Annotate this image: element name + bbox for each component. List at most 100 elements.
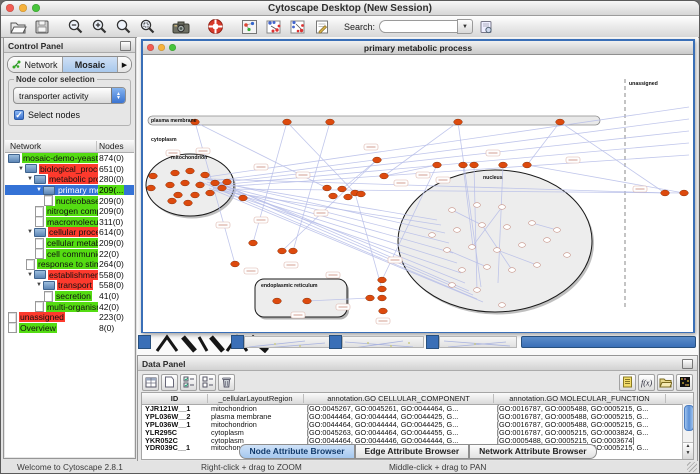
network-node-small[interactable] bbox=[509, 268, 516, 273]
network-edge[interactable] bbox=[215, 131, 689, 183]
open-session-icon[interactable] bbox=[6, 17, 29, 36]
expand-arrow-icon[interactable]: ▼ bbox=[26, 229, 34, 235]
search-settings-icon[interactable] bbox=[474, 17, 497, 36]
tree-row[interactable]: multi-organism pro42(0) bbox=[5, 301, 134, 312]
network-node-small[interactable] bbox=[469, 245, 476, 250]
network-edge[interactable] bbox=[213, 119, 689, 181]
network-node[interactable] bbox=[171, 170, 180, 176]
network-node[interactable] bbox=[523, 162, 532, 168]
network-node[interactable] bbox=[344, 194, 353, 200]
float-control-panel-icon[interactable] bbox=[120, 41, 131, 51]
network-edge[interactable] bbox=[342, 160, 377, 189]
network-edge[interactable] bbox=[215, 190, 441, 225]
vizmapper-icon[interactable] bbox=[238, 17, 261, 36]
show-columns-icon[interactable] bbox=[142, 374, 159, 391]
attribute-list-icon[interactable] bbox=[619, 374, 636, 391]
zoom-out-icon[interactable] bbox=[64, 17, 87, 36]
network-node[interactable] bbox=[680, 190, 689, 196]
search-input[interactable] bbox=[379, 20, 457, 33]
network-node-small[interactable] bbox=[499, 205, 506, 210]
node-color-dropdown[interactable]: transporter activity ▲▼ bbox=[13, 87, 126, 104]
expand-arrow-icon[interactable]: ▼ bbox=[17, 166, 25, 172]
annotation-icon[interactable] bbox=[310, 17, 333, 36]
background-window-fragment[interactable] bbox=[231, 335, 244, 349]
network-node-small[interactable] bbox=[484, 265, 491, 270]
tabs-overflow-arrow-icon[interactable]: ▶ bbox=[118, 57, 131, 72]
table-column-header[interactable]: _cellularLayoutRegion bbox=[208, 394, 304, 403]
new-attribute-icon[interactable] bbox=[161, 374, 178, 391]
network-node[interactable] bbox=[556, 119, 565, 125]
scrollbar-thumb[interactable] bbox=[684, 405, 694, 431]
network-node-small[interactable] bbox=[564, 253, 571, 258]
network-node-small[interactable] bbox=[449, 283, 456, 288]
expand-arrow-icon[interactable]: ▼ bbox=[26, 272, 34, 278]
tree-row[interactable]: cell communicat22(0) bbox=[5, 248, 134, 259]
network-node[interactable] bbox=[470, 162, 479, 168]
background-window-fragment[interactable] bbox=[329, 335, 342, 349]
table-column-header[interactable]: annotation.GO MOLECULAR_FUNCTION bbox=[494, 394, 666, 403]
network-node[interactable] bbox=[303, 298, 312, 304]
resize-grip[interactable] bbox=[687, 462, 697, 472]
select-nodes-checkbox[interactable]: ✓ bbox=[14, 110, 24, 120]
unselect-attributes-icon[interactable] bbox=[199, 374, 216, 391]
tree-row[interactable]: ▼transport558(0) bbox=[5, 280, 134, 291]
tree-row[interactable]: ▼establishment of lo558(0) bbox=[5, 270, 134, 281]
network-node[interactable] bbox=[168, 198, 177, 204]
network-node-small[interactable] bbox=[519, 243, 526, 248]
attribute-matrix-icon[interactable] bbox=[676, 374, 693, 391]
network-node[interactable] bbox=[454, 119, 463, 125]
network-node[interactable] bbox=[196, 182, 205, 188]
network-edge[interactable] bbox=[355, 193, 382, 289]
attribute-browser-tab[interactable]: Node Attribute Browser bbox=[239, 444, 354, 459]
background-window-fragment[interactable] bbox=[439, 336, 517, 348]
network-node[interactable] bbox=[211, 180, 220, 186]
network-node[interactable] bbox=[147, 185, 156, 191]
network-node[interactable] bbox=[366, 295, 375, 301]
expand-arrow-icon[interactable]: ▼ bbox=[35, 187, 43, 193]
network-node[interactable] bbox=[380, 173, 389, 179]
attribute-browser-tab[interactable]: Edge Attribute Browser bbox=[355, 444, 470, 459]
background-window-fragment[interactable] bbox=[138, 335, 151, 349]
float-data-panel-icon[interactable] bbox=[682, 359, 693, 369]
network-canvas[interactable]: plasma membranecytoplasmmitochondrionnuc… bbox=[143, 55, 693, 332]
network-node-small[interactable] bbox=[494, 248, 501, 253]
select-attributes-icon[interactable] bbox=[180, 374, 197, 391]
network-node[interactable] bbox=[149, 173, 158, 179]
network-node[interactable] bbox=[186, 168, 195, 174]
layout-1-icon[interactable] bbox=[262, 17, 285, 36]
network-node[interactable] bbox=[329, 193, 338, 199]
network-node[interactable] bbox=[223, 179, 232, 185]
network-node[interactable] bbox=[323, 185, 332, 191]
network-node[interactable] bbox=[239, 195, 248, 201]
snapshot-camera-icon[interactable] bbox=[170, 17, 193, 36]
expand-arrow-icon[interactable]: ▼ bbox=[35, 282, 43, 288]
network-node-small[interactable] bbox=[534, 263, 541, 268]
network-node-small[interactable] bbox=[474, 203, 481, 208]
tree-row[interactable]: ▼biological_process651(0) bbox=[5, 164, 134, 175]
network-node[interactable] bbox=[191, 192, 200, 198]
network-node[interactable] bbox=[201, 172, 210, 178]
network-node[interactable] bbox=[459, 162, 468, 168]
network-node-small[interactable] bbox=[454, 228, 461, 233]
network-node[interactable] bbox=[278, 248, 287, 254]
background-window-fragment[interactable] bbox=[244, 336, 330, 348]
network-node[interactable] bbox=[378, 286, 387, 292]
search-dropdown-icon[interactable]: ▼ bbox=[457, 19, 473, 34]
network-node-small[interactable] bbox=[444, 248, 451, 253]
network-node-small[interactable] bbox=[429, 233, 436, 238]
network-node-small[interactable] bbox=[499, 303, 506, 308]
tree-row[interactable]: Overview8(0) bbox=[5, 323, 134, 334]
tree-column-nodes[interactable]: Nodes bbox=[97, 141, 134, 151]
tree-row[interactable]: ▼cellular process614(0) bbox=[5, 227, 134, 238]
network-node[interactable] bbox=[499, 162, 508, 168]
tree-row[interactable]: nitrogen compo209(0) bbox=[5, 206, 134, 217]
tree-row[interactable]: ▼metabolic process280(0) bbox=[5, 174, 134, 185]
network-node[interactable] bbox=[378, 277, 387, 283]
save-session-icon[interactable] bbox=[30, 17, 53, 36]
tree-column-network[interactable]: Network bbox=[5, 141, 97, 151]
network-node-small[interactable] bbox=[449, 208, 456, 213]
zoom-selected-region-icon[interactable] bbox=[136, 17, 159, 36]
network-node-small[interactable] bbox=[504, 225, 511, 230]
network-node[interactable] bbox=[206, 190, 215, 196]
network-node-small[interactable] bbox=[529, 221, 536, 226]
